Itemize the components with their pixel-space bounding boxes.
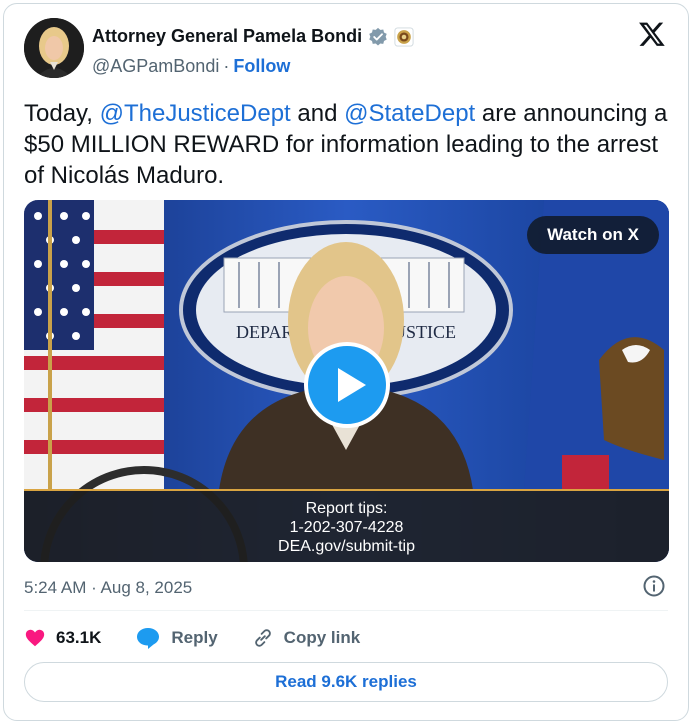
reply-button[interactable]: Reply [135, 626, 218, 650]
tweet-card: Attorney General Pamela Bondi @AGPamBond… [3, 3, 689, 721]
government-affiliation-icon [394, 26, 414, 47]
caption-line-2: 1-202-307-4228 [289, 519, 404, 536]
copy-link-label: Copy link [283, 628, 361, 647]
action-bar: 63.1K Reply Copy link [24, 626, 360, 650]
watch-on-x-button[interactable]: Watch on X [527, 216, 659, 254]
reply-label: Reply [171, 628, 218, 647]
read-replies-button[interactable]: Read 9.6K replies [24, 662, 668, 702]
tweet-text: Today, @TheJusticeDept and @StateDept ar… [24, 98, 674, 191]
author-avatar[interactable] [24, 18, 84, 78]
author-handle[interactable]: @AGPamBondi [92, 56, 219, 77]
play-button[interactable] [304, 342, 390, 428]
divider [24, 610, 668, 611]
author-name-row: Attorney General Pamela Bondi [92, 26, 414, 47]
timestamp-link[interactable]: 5:24 AM · Aug 8, 2025 [24, 578, 192, 598]
author-name[interactable]: Attorney General Pamela Bondi [92, 26, 362, 47]
mention-justice-dept[interactable]: @TheJusticeDept [100, 100, 291, 127]
caption-line-1: Report tips: [305, 500, 388, 517]
like-count: 63.1K [56, 628, 102, 647]
caption-line-3: DEA.gov/submit-tip [278, 538, 415, 555]
follow-button[interactable]: Follow [233, 56, 290, 77]
info-icon[interactable] [642, 574, 666, 598]
reply-bubble-icon [137, 628, 160, 649]
verified-badge-icon [369, 27, 387, 46]
play-icon [338, 368, 366, 402]
link-icon [254, 629, 271, 647]
mention-state-dept[interactable]: @StateDept [344, 100, 475, 127]
tweet-text-part: and [290, 100, 345, 127]
copy-link-button[interactable]: Copy link [252, 627, 361, 649]
x-logo-icon[interactable] [638, 20, 666, 48]
author-handle-row: @AGPamBondi · Follow [92, 56, 290, 77]
heart-icon [25, 629, 45, 647]
video-caption: Report tips: 1-202-307-4228 DEA.gov/subm… [24, 489, 669, 562]
separator-dot: · [223, 56, 230, 76]
tweet-text-part: Today, [24, 100, 100, 127]
video-media[interactable]: DEPARTMENT OF JUSTICE Watch on X Report … [24, 200, 669, 562]
like-button[interactable]: 63.1K [24, 627, 101, 649]
